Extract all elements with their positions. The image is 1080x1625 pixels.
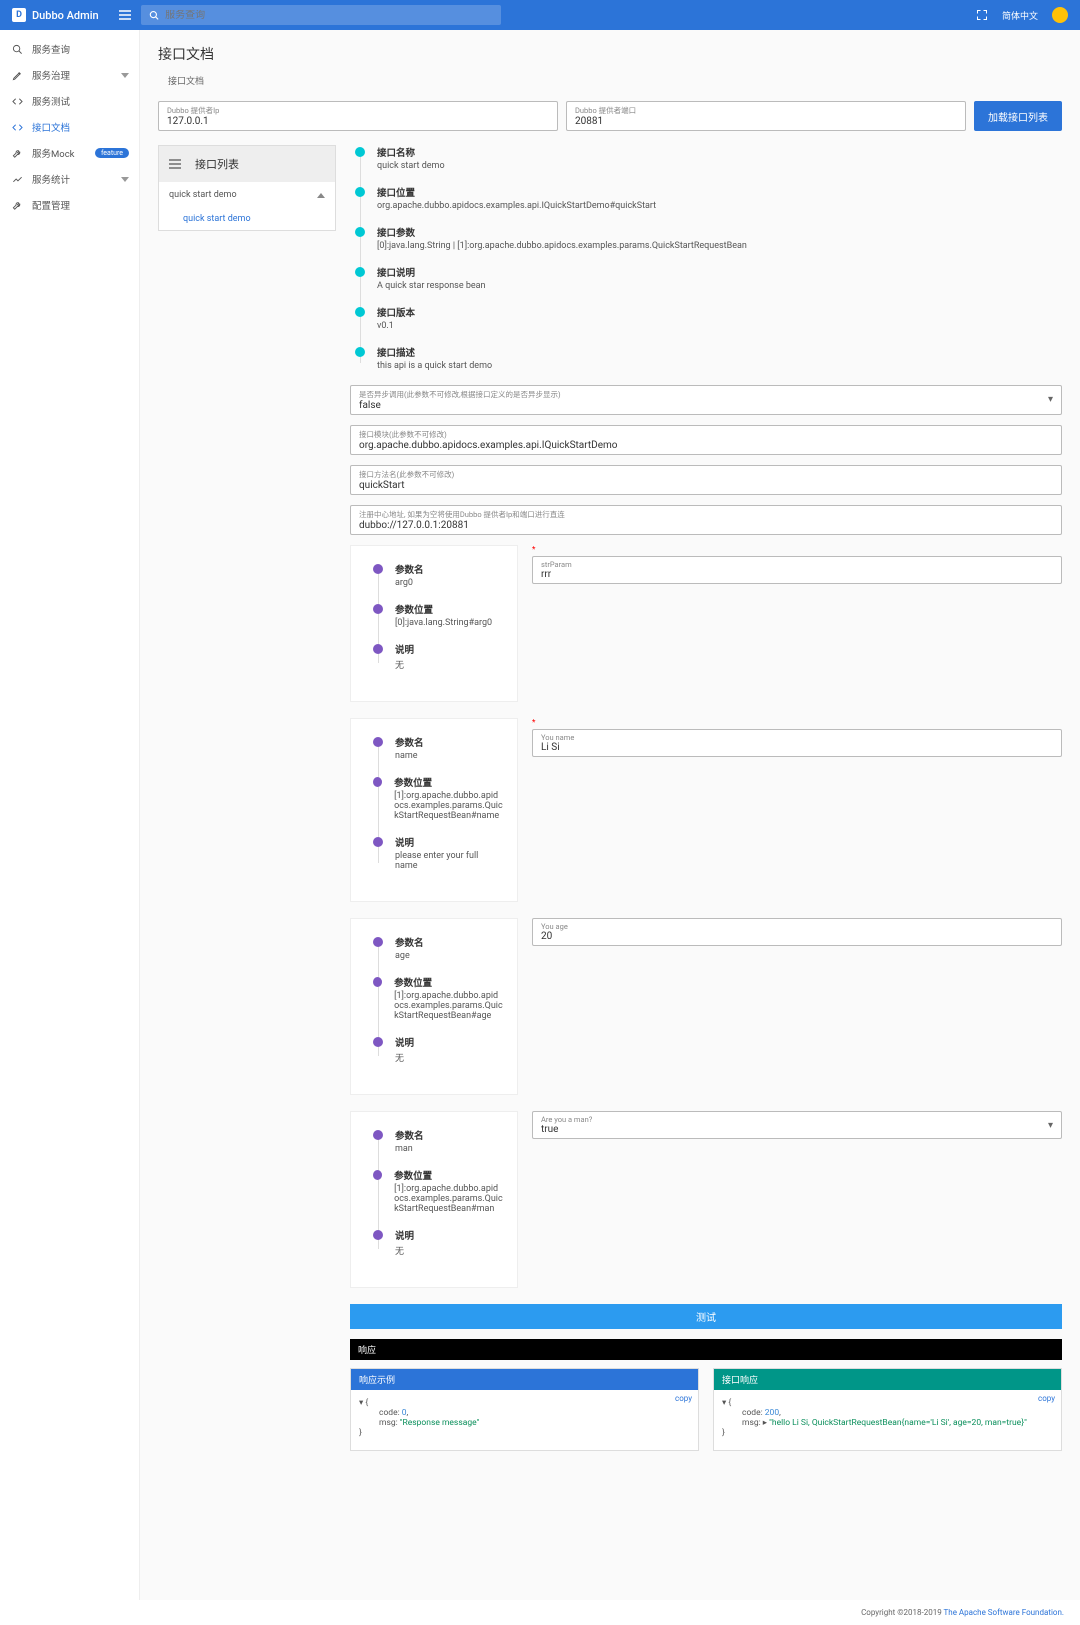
param-input[interactable]: Are you a man? true ▾ [532,1111,1062,1139]
footer-link[interactable]: The Apache Software Foundation. [944,1608,1064,1617]
config-field[interactable]: 接口方法名(此参数不可修改)quickStart [350,465,1062,495]
search-icon [149,10,159,21]
timeline-dot [355,187,365,197]
wrench-icon [10,148,24,159]
interface-group[interactable]: quick start demo [159,182,335,208]
sidebar-item[interactable]: 服务查询 [0,36,139,62]
required-icon: * [532,545,1062,554]
chevron-down-icon [121,177,129,182]
interface-list-panel: 接口列表 quick start demo quick start demo [158,145,336,231]
param-input[interactable]: You name Li Si [532,729,1062,757]
chevron-down-icon [121,73,129,78]
footer: Copyright ©2018-2019 The Apache Software… [0,1600,1080,1625]
avatar[interactable] [1052,7,1068,23]
sidebar-item[interactable]: 接口文档 [0,114,139,140]
caret-down-icon: ▾ [1048,1120,1053,1131]
fullscreen-icon[interactable] [976,9,988,21]
copy-button[interactable]: copy [1038,1394,1055,1403]
timeline-dot [355,227,365,237]
sidebar-item[interactable]: 服务Mockfeature [0,140,139,166]
menu-icon[interactable] [119,10,131,20]
response-actual: 接口响应 copy ▾ { code: 200, msg: ▸ "hello L… [713,1368,1062,1451]
sidebar-item[interactable]: 服务治理 [0,62,139,88]
metadata-timeline: 接口名称quick start demo接口位置org.apache.dubbo… [350,145,1062,371]
search-icon [10,44,24,55]
sidebar-item[interactable]: 配置管理 [0,192,139,218]
required-icon: * [532,718,1062,727]
app-title: Dubbo Admin [32,9,99,22]
load-button[interactable]: 加载接口列表 [974,101,1062,131]
response-header: 响应 [350,1339,1062,1360]
interface-item[interactable]: quick start demo [159,208,335,230]
breadcrumb: 接口文档 [168,74,1062,87]
config-field[interactable]: 接口模块(此参数不可修改)org.apache.dubbo.apidocs.ex… [350,425,1062,455]
config-field[interactable]: 注册中心地址, 如果为空将使用Dubbo 提供者Ip和端口进行直连dubbo:/… [350,505,1062,535]
code-icon [10,96,24,107]
test-button[interactable]: 测试 [350,1304,1062,1329]
topbar: D Dubbo Admin 简体中文 [0,0,1080,30]
edit-icon [10,70,24,81]
ip-field[interactable]: Dubbo 提供者Ip 127.0.0.1 [158,101,558,131]
param-input[interactable]: You age 20 [532,918,1062,946]
main-content: 接口文档 接口文档 Dubbo 提供者Ip 127.0.0.1 Dubbo 提供… [140,30,1080,1600]
sidebar: 服务查询服务治理服务测试接口文档服务Mockfeature服务统计配置管理 [0,30,140,1600]
search-input[interactable] [165,10,493,21]
sidebar-item[interactable]: 服务统计 [0,166,139,192]
timeline-dot [355,147,365,157]
search-box[interactable] [141,5,501,25]
param-card: 参数名name 参数位置[1]:org.apache.dubbo.apidocs… [350,718,518,902]
param-card: 参数名man 参数位置[1]:org.apache.dubbo.apidocs.… [350,1111,518,1288]
param-card: 参数名arg0 参数位置[0]:java.lang.String#arg0 说明… [350,545,518,702]
config-field[interactable]: 是否异步调用(此参数不可修改,根据接口定义的是否异步显示)false▾ [350,385,1062,415]
param-card: 参数名age 参数位置[1]:org.apache.dubbo.apidocs.… [350,918,518,1095]
timeline-dot [355,347,365,357]
port-field[interactable]: Dubbo 提供者端口 20881 [566,101,966,131]
sidebar-item[interactable]: 服务测试 [0,88,139,114]
chevron-up-icon [317,193,325,198]
timeline-dot [355,307,365,317]
param-input[interactable]: strParam rrr [532,556,1062,584]
page-title: 接口文档 [158,44,1062,64]
logo-icon: D [12,8,26,22]
menu-icon [169,159,181,169]
copy-button[interactable]: copy [675,1394,692,1403]
lang-switch[interactable]: 简体中文 [1002,9,1038,22]
wrench-icon [10,200,24,211]
code-icon [10,122,24,133]
caret-down-icon: ▾ [1048,394,1053,405]
response-example: 响应示例 copy ▾ { code: 0, msg: "Response me… [350,1368,699,1451]
interface-list-header: 接口列表 [159,146,335,182]
feature-badge: feature [95,148,129,158]
chart-icon [10,174,24,185]
timeline-dot [355,267,365,277]
